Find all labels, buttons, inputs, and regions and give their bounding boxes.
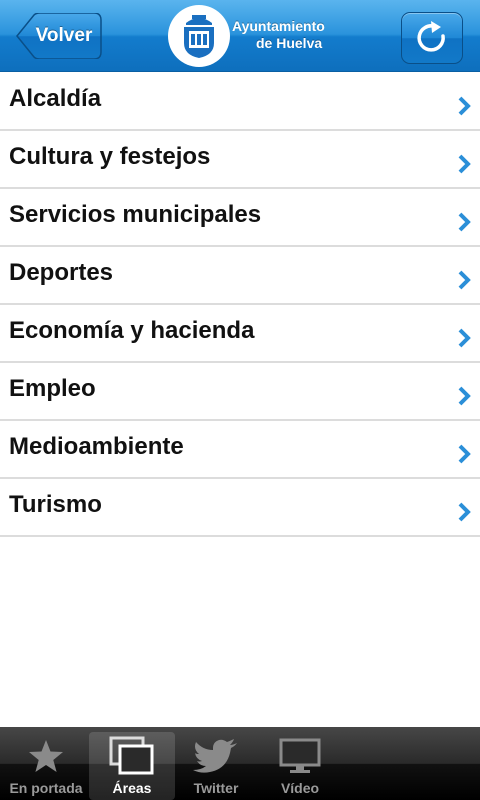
chevron-right-icon	[458, 154, 471, 174]
star-icon	[28, 736, 64, 776]
list-item-label: Cultura y festejos	[9, 143, 211, 170]
tab-label: Vídeo	[280, 780, 320, 796]
areas-list: Alcaldía Cultura y festejos Servicios mu…	[0, 73, 480, 537]
brand-line-1: Ayuntamiento	[232, 18, 325, 34]
list-item[interactable]: Turismo	[0, 479, 480, 537]
list-item-label: Alcaldía	[9, 85, 102, 112]
chevron-right-icon	[458, 96, 471, 116]
list-item-label: Turismo	[9, 491, 102, 518]
chevron-right-icon	[458, 328, 471, 348]
list-item[interactable]: Economía y hacienda	[0, 305, 480, 363]
brand-title: Ayuntamiento de Huelva	[232, 18, 342, 52]
chevron-right-icon	[458, 386, 471, 406]
list-item[interactable]: Cultura y festejos	[0, 131, 480, 189]
tab-areas[interactable]: Áreas	[89, 732, 175, 800]
chevron-right-icon	[458, 270, 471, 290]
refresh-icon	[417, 21, 445, 52]
tab-video[interactable]: Vídeo	[260, 727, 340, 800]
list-item-label: Economía y hacienda	[9, 317, 255, 344]
chevron-right-icon	[458, 502, 471, 522]
chevron-right-icon	[458, 212, 471, 232]
list-item[interactable]: Deportes	[0, 247, 480, 305]
tab-label: Twitter	[193, 780, 239, 796]
list-item-label: Medioambiente	[9, 433, 184, 460]
bird-icon	[193, 736, 239, 776]
nav-bar: Volver Ayuntamiento de Huelva	[0, 0, 480, 72]
tab-bar: En portada Áreas Twitter Vídeo	[0, 727, 480, 800]
tab-twitter[interactable]: Twitter	[176, 727, 256, 800]
list-item-label: Deportes	[9, 259, 114, 286]
city-logo	[168, 5, 230, 67]
back-button[interactable]: Volver	[16, 13, 102, 59]
refresh-button[interactable]	[401, 12, 463, 64]
list-item[interactable]: Alcaldía	[0, 73, 480, 131]
list-item[interactable]: Empleo	[0, 363, 480, 421]
tab-en-portada[interactable]: En portada	[4, 727, 88, 800]
list-item[interactable]: Servicios municipales	[0, 189, 480, 247]
list-item[interactable]: Medioambiente	[0, 421, 480, 479]
chevron-right-icon	[458, 444, 471, 464]
brand-line-2: de Huelva	[256, 35, 323, 51]
list-item-label: Empleo	[9, 375, 96, 402]
back-button-label: Volver	[35, 25, 93, 46]
tab-label: Áreas	[112, 780, 152, 796]
coat-of-arms-icon	[184, 15, 214, 58]
tab-label: En portada	[9, 780, 83, 796]
list-item-label: Servicios municipales	[9, 201, 262, 228]
monitor-icon	[279, 736, 321, 776]
windows-icon	[109, 736, 155, 776]
